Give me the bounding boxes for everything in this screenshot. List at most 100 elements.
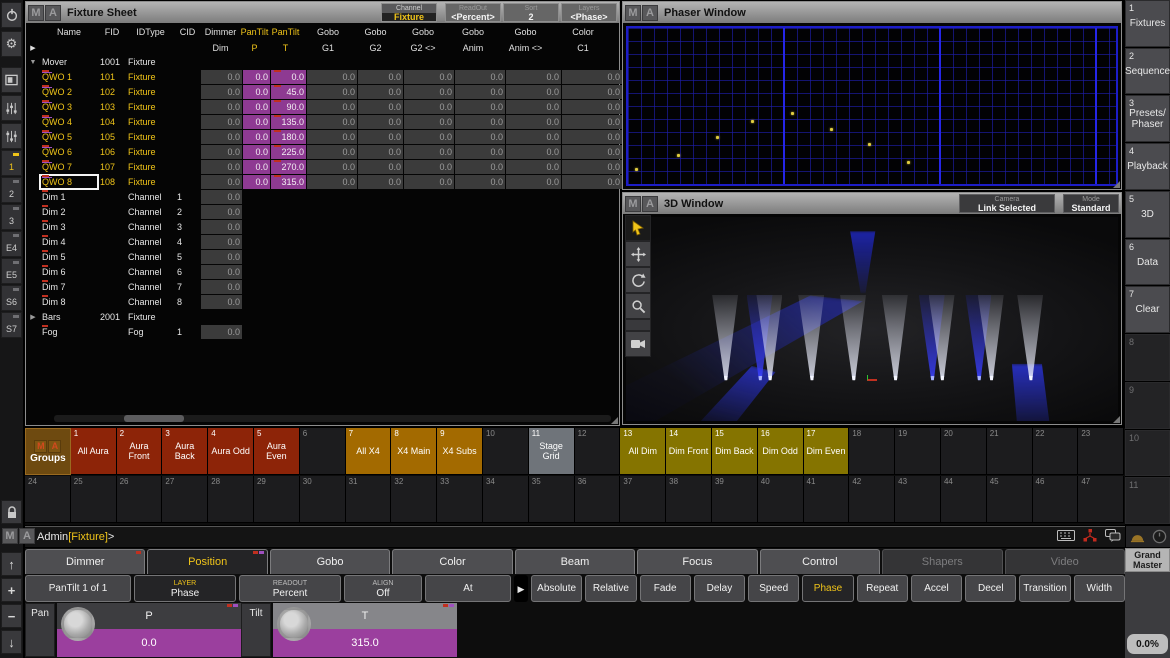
encoder-plus-button[interactable]: +: [1, 578, 22, 602]
tilt-value-cell[interactable]: 270.0: [271, 160, 306, 174]
group-pool-button[interactable]: 21: [987, 428, 1033, 475]
color1-value-cell[interactable]: [562, 295, 622, 309]
gobo1-value-cell[interactable]: [307, 190, 357, 204]
idtype-cell[interactable]: Channel: [126, 265, 175, 279]
idtype-cell[interactable]: Fixture: [126, 175, 175, 189]
column-subheader[interactable]: P: [241, 41, 268, 54]
pan-value-cell[interactable]: [243, 280, 270, 294]
network-status-icon[interactable]: [1083, 529, 1097, 542]
feature-group-tab[interactable]: Focus: [637, 549, 757, 574]
group-pool-button[interactable]: 4 Aura Odd: [208, 428, 254, 475]
anim-shake-value-cell[interactable]: [506, 250, 561, 264]
anim-value-cell[interactable]: [455, 325, 505, 339]
messages-icon[interactable]: [1105, 529, 1121, 542]
rotate-tool-button[interactable]: [625, 267, 651, 293]
encoder-minus-button[interactable]: −: [1, 604, 22, 628]
fixture-name-cell[interactable]: QWO 4: [40, 115, 98, 129]
view-button[interactable]: 2 Sequence: [1125, 48, 1170, 95]
idtype-cell[interactable]: Channel: [126, 190, 175, 204]
dimmer-value-cell[interactable]: 0.0: [201, 220, 242, 234]
fixture-row[interactable]: QWO 4 104 Fixture 0.0 0.0 135.0 0.0 0.0 …: [26, 115, 619, 129]
gobo2-value-cell[interactable]: 0.0: [358, 145, 403, 159]
encoder-function-button[interactable]: Transition: [1019, 575, 1070, 602]
column-header[interactable]: FID: [98, 24, 126, 40]
view-button[interactable]: 9: [1125, 382, 1170, 429]
anim-shake-value-cell[interactable]: 0.0: [506, 130, 561, 144]
keyboard-icon[interactable]: [1057, 530, 1075, 541]
gobo2-value-cell[interactable]: [358, 265, 403, 279]
color1-value-cell[interactable]: [562, 55, 622, 69]
view-button[interactable]: 4 Playback: [1125, 143, 1170, 190]
view-button[interactable]: 10: [1125, 430, 1170, 477]
cid-cell[interactable]: [175, 115, 200, 129]
pool-header-cell[interactable]: MA Groups: [25, 428, 71, 475]
pan-value-cell[interactable]: [243, 295, 270, 309]
dimmer-value-cell[interactable]: 0.0: [201, 205, 242, 219]
gobo2-shake-value-cell[interactable]: [404, 310, 454, 324]
encoder-knob[interactable]: [61, 607, 95, 641]
pan-value-cell[interactable]: 0.0: [243, 145, 270, 159]
cid-cell[interactable]: [175, 175, 200, 189]
gobo2-shake-value-cell[interactable]: [404, 205, 454, 219]
anim-value-cell[interactable]: [455, 310, 505, 324]
anim-shake-value-cell[interactable]: [506, 190, 561, 204]
encoder-function-button[interactable]: Delay: [694, 575, 745, 602]
encoder-function-button[interactable]: Absolute: [531, 575, 582, 602]
encoder-function-button[interactable]: Width: [1074, 575, 1125, 602]
column-header[interactable]: PanTilt: [268, 24, 303, 40]
encoder-function-button[interactable]: ALIGN Off: [344, 575, 422, 602]
titlebar-option-button[interactable]: Sort 2: [503, 3, 559, 22]
idtype-cell[interactable]: Fixture: [126, 100, 175, 114]
group-pool-button-empty[interactable]: 26: [117, 476, 163, 523]
fid-cell[interactable]: 105: [98, 130, 126, 144]
group-pool-button[interactable]: 13 All Dim: [620, 428, 666, 475]
idtype-cell[interactable]: Channel: [126, 235, 175, 249]
encoder-function-button[interactable]: LAYER Phase: [134, 575, 236, 602]
group-pool-button-empty[interactable]: 33: [437, 476, 483, 523]
view-page-button[interactable]: S6: [1, 285, 22, 311]
anim-shake-value-cell[interactable]: 0.0: [506, 100, 561, 114]
gobo2-shake-value-cell[interactable]: 0.0: [404, 130, 454, 144]
column-header[interactable]: Gobo: [398, 24, 448, 40]
row-expand-arrow[interactable]: [26, 220, 40, 234]
gobo2-value-cell[interactable]: [358, 295, 403, 309]
group-pool-button-empty[interactable]: 25: [71, 476, 117, 523]
gobo2-shake-value-cell[interactable]: [404, 280, 454, 294]
column-header[interactable]: Gobo: [498, 24, 553, 40]
column-subheader[interactable]: G1: [303, 41, 353, 54]
titlebar-option-button[interactable]: ReadOut <Percent>: [445, 3, 501, 22]
fixture-name-cell[interactable]: QWO 6: [40, 145, 98, 159]
idtype-cell[interactable]: Fixture: [126, 160, 175, 174]
row-expand-arrow[interactable]: [26, 190, 40, 204]
column-header[interactable]: PanTilt: [241, 24, 268, 40]
column-subheader[interactable]: Dim: [200, 41, 241, 54]
color1-value-cell[interactable]: [562, 250, 622, 264]
column-subheader[interactable]: [126, 41, 175, 54]
group-pool-button-empty[interactable]: 29: [254, 476, 300, 523]
gobo2-shake-value-cell[interactable]: [404, 235, 454, 249]
tilt-value-cell[interactable]: [271, 235, 306, 249]
group-pool-button-empty[interactable]: 42: [849, 476, 895, 523]
group-pool-button[interactable]: 12: [575, 428, 621, 475]
idtype-cell[interactable]: Channel: [126, 295, 175, 309]
anim-shake-value-cell[interactable]: [506, 325, 561, 339]
group-pool-button[interactable]: 2 Aura Front: [117, 428, 163, 475]
gobo2-shake-value-cell[interactable]: [404, 265, 454, 279]
cid-cell[interactable]: [175, 130, 200, 144]
zoom-tool-button[interactable]: [625, 293, 651, 319]
gobo1-value-cell[interactable]: [307, 250, 357, 264]
gobo2-shake-value-cell[interactable]: 0.0: [404, 115, 454, 129]
encoder-function-button[interactable]: Phase: [802, 575, 853, 602]
encoder-page-button[interactable]: [1, 123, 22, 149]
column-header[interactable]: Dimmer: [200, 24, 241, 40]
dimmer-value-cell[interactable]: 0.0: [201, 100, 242, 114]
cid-cell[interactable]: [175, 160, 200, 174]
gobo2-value-cell[interactable]: [358, 325, 403, 339]
attribute-encoder[interactable]: P 0.0: [57, 603, 241, 657]
color1-value-cell[interactable]: [562, 265, 622, 279]
cid-cell[interactable]: 7: [175, 280, 200, 294]
fid-cell[interactable]: 102: [98, 85, 126, 99]
screen-power-icon[interactable]: [1152, 529, 1167, 544]
fixture-name-cell[interactable]: Bars: [40, 310, 98, 324]
color1-value-cell[interactable]: 0.0: [562, 100, 622, 114]
